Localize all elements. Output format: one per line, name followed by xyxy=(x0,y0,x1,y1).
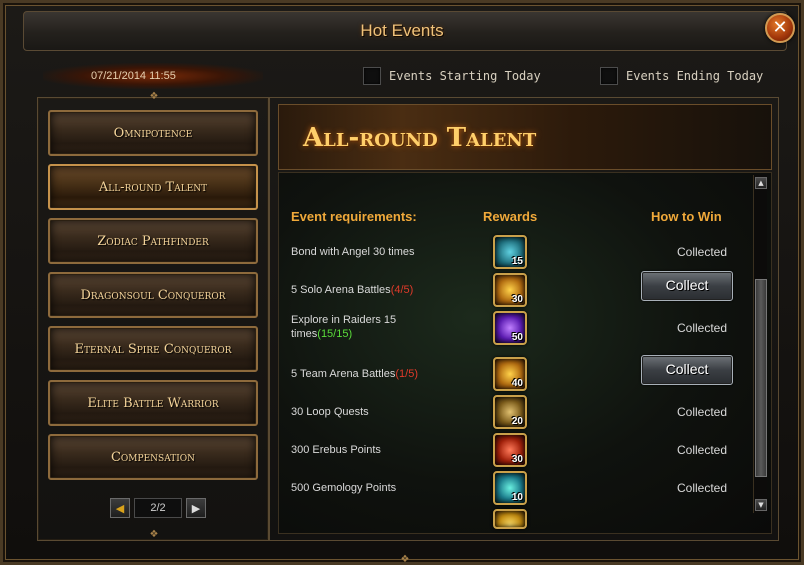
requirement-text: 30 Loop Quests xyxy=(291,405,441,419)
requirement-progress: (1/5) xyxy=(395,368,418,380)
requirement-label: 300 Erebus Points xyxy=(291,444,381,456)
status-collected: Collected xyxy=(676,405,728,419)
scroll-thumb[interactable] xyxy=(755,279,767,477)
current-date: 07/21/2014 11:55 xyxy=(91,70,176,82)
reward-icon[interactable]: 15 xyxy=(493,235,527,269)
requirement-text: Bond with Angel 30 times xyxy=(291,245,441,259)
requirement-label: 5 Team Arena Battles xyxy=(291,368,396,380)
event-banner: All-round Talent xyxy=(278,104,772,170)
status-collected: Collected xyxy=(676,245,728,259)
requirements-header: Event requirements: xyxy=(291,209,417,224)
reward-quantity: 15 xyxy=(511,256,523,267)
requirement-text: Explore in Raiders 15 times(15/15) xyxy=(291,313,441,341)
event-title: All-round Talent xyxy=(303,123,537,153)
status-collected: Collected xyxy=(676,481,728,495)
starting-today-checkbox[interactable] xyxy=(363,67,381,85)
status-collected: Collected xyxy=(676,443,728,457)
reward-quantity: 10 xyxy=(511,492,523,503)
menu-item-all-round-talent[interactable]: All-round Talent xyxy=(48,164,258,210)
reward-icon[interactable]: 50 xyxy=(493,311,527,345)
menu-item-dragonsoul-conqueror[interactable]: Dragonsoul Conqueror xyxy=(48,272,258,318)
next-page-icon[interactable]: ▶ xyxy=(186,498,206,518)
hot-events-window: Hot Events ✕ 07/21/2014 11:55 Events Sta… xyxy=(0,0,804,565)
requirement-label: Bond with Angel 30 times xyxy=(291,246,415,258)
menu-item-zodiac-pathfinder[interactable]: Zodiac Pathfinder xyxy=(48,218,258,264)
reward-quantity: 40 xyxy=(511,378,523,389)
reward-icon[interactable] xyxy=(493,509,527,529)
ornament-icon: ❖ xyxy=(149,529,159,540)
scroll-up-icon[interactable]: ▲ xyxy=(755,177,767,189)
reward-quantity: 20 xyxy=(511,416,523,427)
requirement-text: 500 Gemology Points xyxy=(291,481,441,495)
filter-starting-today[interactable]: Events Starting Today xyxy=(363,67,541,85)
reward-icon[interactable]: 10 xyxy=(493,471,527,505)
event-detail-panel: All-round Talent Event requirements: Rew… xyxy=(269,97,779,541)
requirement-text: 300 Erebus Points xyxy=(291,443,441,457)
rewards-header: Rewards xyxy=(483,209,538,224)
requirement-label: 30 Loop Quests xyxy=(291,406,369,418)
requirement-text: 5 Solo Arena Battles(4/5) xyxy=(291,283,441,297)
status-collected: Collected xyxy=(676,321,728,335)
requirement-label: 5 Solo Arena Battles xyxy=(291,284,391,296)
scroll-down-icon[interactable]: ▼ xyxy=(755,499,767,511)
requirement-text: 5 Team Arena Battles(1/5) xyxy=(291,367,441,381)
ornament-icon: ❖ xyxy=(400,554,410,565)
requirement-label: 500 Gemology Points xyxy=(291,482,397,494)
collect-button[interactable]: Collect xyxy=(641,355,733,385)
reward-icon[interactable]: 20 xyxy=(493,395,527,429)
event-content: Event requirements: Rewards How to Win B… xyxy=(278,172,772,534)
pager: ◀ 2/2 ▶ xyxy=(110,498,206,518)
menu-item-compensation[interactable]: Compensation xyxy=(48,434,258,480)
starting-today-label: Events Starting Today xyxy=(389,69,541,83)
requirement-progress: (4/5) xyxy=(390,284,414,296)
reward-quantity: 50 xyxy=(511,332,523,343)
ending-today-label: Events Ending Today xyxy=(626,69,764,83)
ending-today-checkbox[interactable] xyxy=(600,67,618,85)
scrollbar[interactable]: ▲ ▼ xyxy=(753,175,767,513)
collect-button[interactable]: Collect xyxy=(641,271,733,301)
requirement-progress: (15/15) xyxy=(317,328,353,340)
menu-item-omnipotence[interactable]: Omnipotence xyxy=(48,110,258,156)
filter-ending-today[interactable]: Events Ending Today xyxy=(600,67,763,85)
close-icon[interactable]: ✕ xyxy=(765,13,795,43)
reward-icon[interactable]: 30 xyxy=(493,433,527,467)
menu-item-eternal-spire-conqueror[interactable]: Eternal Spire Conqueror xyxy=(48,326,258,372)
how-to-win-header: How to Win xyxy=(651,209,722,224)
ornament-icon: ❖ xyxy=(149,91,159,102)
menu-item-elite-battle-warrior[interactable]: Elite Battle Warrior xyxy=(48,380,258,426)
reward-icon[interactable]: 30 xyxy=(493,273,527,307)
prev-page-icon[interactable]: ◀ xyxy=(110,498,130,518)
window-title: Hot Events xyxy=(360,21,444,40)
reward-icon[interactable]: 40 xyxy=(493,357,527,391)
event-menu-panel: ❖ Omnipotence All-round Talent Zodiac Pa… xyxy=(37,92,269,541)
page-indicator: 2/2 xyxy=(134,498,182,518)
reward-quantity: 30 xyxy=(511,454,523,465)
reward-quantity: 30 xyxy=(511,294,523,305)
